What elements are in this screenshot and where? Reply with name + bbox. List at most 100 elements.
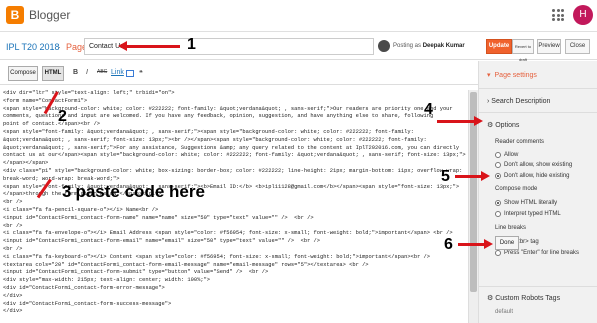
done-button[interactable]: Done xyxy=(495,236,519,250)
annotation-arrow-6 xyxy=(458,243,484,246)
annotation-arrowhead-4 xyxy=(474,116,483,126)
close-button[interactable]: Close xyxy=(565,39,590,54)
code-line: <div dir="ltr" style="text-align: left;"… xyxy=(3,90,175,96)
top-bar: B Blogger H xyxy=(0,0,597,32)
search-description-section[interactable]: › Search Description xyxy=(487,98,550,105)
interpret-html-label: Interpret typed HTML xyxy=(504,211,561,217)
code-line: <i class="fa fa-keyboard-o"></i> Content… xyxy=(3,253,431,260)
code-line: </span></span> xyxy=(3,160,49,167)
page-settings-panel: ▾ Page settings › Search Description ⚙ Op… xyxy=(478,61,597,323)
posting-prefix: Posting as xyxy=(393,43,422,49)
chevron-right-icon: › xyxy=(487,98,490,105)
app-name: Blogger xyxy=(29,8,71,22)
preview-button[interactable]: Preview xyxy=(537,39,561,54)
blog-name-link[interactable]: IPL T20 2018 xyxy=(6,42,60,52)
divider xyxy=(479,112,597,113)
divider xyxy=(479,286,597,287)
compose-mode-button[interactable]: Compose xyxy=(8,66,38,81)
image-icon[interactable] xyxy=(126,70,134,77)
annotation-number-6: 6 xyxy=(444,236,453,253)
html-mode-button[interactable]: HTML xyxy=(42,66,64,81)
show-html-literally-label: Show HTML literally xyxy=(504,200,558,206)
code-line: point of contact.</span><br /> xyxy=(3,121,101,128)
annotation-arrow-5 xyxy=(455,175,481,178)
annotation-arrowhead-5 xyxy=(481,171,490,181)
dont-allow-hide-label: Don't allow, hide existing xyxy=(504,173,570,179)
divider xyxy=(479,88,597,89)
radio-dont-allow-hide[interactable] xyxy=(495,173,501,179)
code-line: <input id="ContactForm1_contact-form-sub… xyxy=(3,269,269,276)
dont-allow-hide-option[interactable]: Don't allow, hide existing xyxy=(495,173,570,179)
html-code-editor[interactable]: <div dir="ltr" style="text-align: left;"… xyxy=(0,90,468,323)
radio-allow[interactable] xyxy=(495,152,501,158)
custom-robots-label: Custom Robots Tags xyxy=(495,295,561,302)
code-line: <i class="fa fa-pencil-square-o"></i> Na… xyxy=(3,206,159,213)
custom-robots-section[interactable]: ⚙ Custom Robots Tags xyxy=(487,294,560,302)
gear-icon: ⚙ xyxy=(487,122,494,129)
code-line: <div id="ContactForm1_contact-form-succe… xyxy=(3,300,172,307)
code-line: <form name="ContactForm1"> xyxy=(3,97,88,104)
apps-grid-icon[interactable] xyxy=(552,9,564,21)
strikethrough-button[interactable]: ABC xyxy=(97,69,107,75)
editor-toolbar: Compose HTML B I ABC Link ❝ xyxy=(0,61,478,85)
code-line: <div style="max-width: 215px; text-align… xyxy=(3,277,211,284)
posting-as-text: Posting as Deepak Kumar xyxy=(393,43,465,49)
code-line: <br /> xyxy=(3,245,23,252)
radio-dont-allow-show[interactable] xyxy=(495,162,501,168)
radio-press-enter[interactable] xyxy=(495,250,501,256)
code-line: <input id="ContactForm1_contact-form-ema… xyxy=(3,238,321,245)
code-line: <span style="font-family: &quot;verdana&… xyxy=(3,128,414,135)
blogger-logo-icon[interactable]: B xyxy=(6,6,24,24)
chevron-down-icon: ▾ xyxy=(487,72,491,79)
breadcrumb-separator: · xyxy=(58,42,61,52)
code-line: <input id="ContactForm1_contact-form-nam… xyxy=(3,214,314,221)
code-line: &quot;verdana&quot; , sans-serif;">For a… xyxy=(3,144,460,151)
reader-comments-label: Reader comments xyxy=(495,139,545,145)
annotation-number-5: 5 xyxy=(441,168,450,185)
gear-icon: ⚙ xyxy=(487,295,494,302)
page-settings-title: Page settings xyxy=(494,72,537,79)
annotation-number-3: 3 xyxy=(62,182,72,201)
interpret-html-option[interactable]: Interpret typed HTML xyxy=(495,211,561,217)
press-enter-option[interactable]: Press "Enter" for line breaks xyxy=(495,250,579,256)
annotation-3: 3 paste code here xyxy=(62,182,205,202)
show-html-literally-option[interactable]: Show HTML literally xyxy=(495,200,557,206)
code-line: </div> xyxy=(3,292,23,299)
code-line: </div> xyxy=(3,308,23,315)
author-avatar xyxy=(378,40,390,52)
search-description-label: Search Description xyxy=(491,98,551,105)
code-line: <div id="ContactForm1_contact-form-error… xyxy=(3,284,165,291)
annotation-number-2: 2 xyxy=(58,108,67,125)
compose-mode-label: Compose mode xyxy=(495,186,538,192)
allow-comments-option[interactable]: Allow xyxy=(495,152,518,158)
code-line: contact us at our</span><span style="bac… xyxy=(3,152,466,159)
editor-bar: IPL T20 2018 · Page Posting as Deepak Ku… xyxy=(0,33,597,62)
update-button[interactable]: Update xyxy=(486,39,512,54)
revert-to-draft-button[interactable]: Revert to draft xyxy=(512,39,534,62)
posting-user: Deepak Kumar xyxy=(422,43,465,49)
avatar[interactable]: H xyxy=(573,5,593,25)
annotation-paste-text: paste code here xyxy=(75,182,205,201)
line-breaks-label: Line breaks xyxy=(495,225,527,231)
code-line: &quot;verdana&quot; , sans-serif; font-s… xyxy=(3,136,427,143)
annotation-arrow-1 xyxy=(126,45,180,48)
radio-show-html-literally[interactable] xyxy=(495,200,501,206)
code-line: <textarea cols="20" id="ContactForm1_con… xyxy=(3,261,369,268)
options-section[interactable]: ⚙ Options xyxy=(487,121,519,129)
code-line: <br /> xyxy=(3,222,23,229)
radio-interpret-html[interactable] xyxy=(495,211,501,217)
annotation-arrow-4 xyxy=(437,120,475,123)
code-line: <i class="fa fa-envelope-o"></i> Email A… xyxy=(3,230,453,237)
options-label: Options xyxy=(495,122,520,129)
dont-allow-show-option[interactable]: Don't allow, show existing xyxy=(495,162,572,168)
code-line: <span style="background-color: white; co… xyxy=(3,105,453,112)
bold-button[interactable]: B xyxy=(73,69,78,76)
annotation-number-1: 1 xyxy=(187,36,196,53)
link-button[interactable]: Link xyxy=(111,69,124,76)
annotation-arrowhead-6 xyxy=(484,239,493,249)
quote-button[interactable]: ❝ xyxy=(139,69,143,77)
page-settings-header[interactable]: ▾ Page settings xyxy=(487,71,537,79)
annotation-number-4: 4 xyxy=(424,101,433,118)
dont-allow-show-label: Don't allow, show existing xyxy=(504,162,573,168)
italic-button[interactable]: I xyxy=(86,69,88,76)
